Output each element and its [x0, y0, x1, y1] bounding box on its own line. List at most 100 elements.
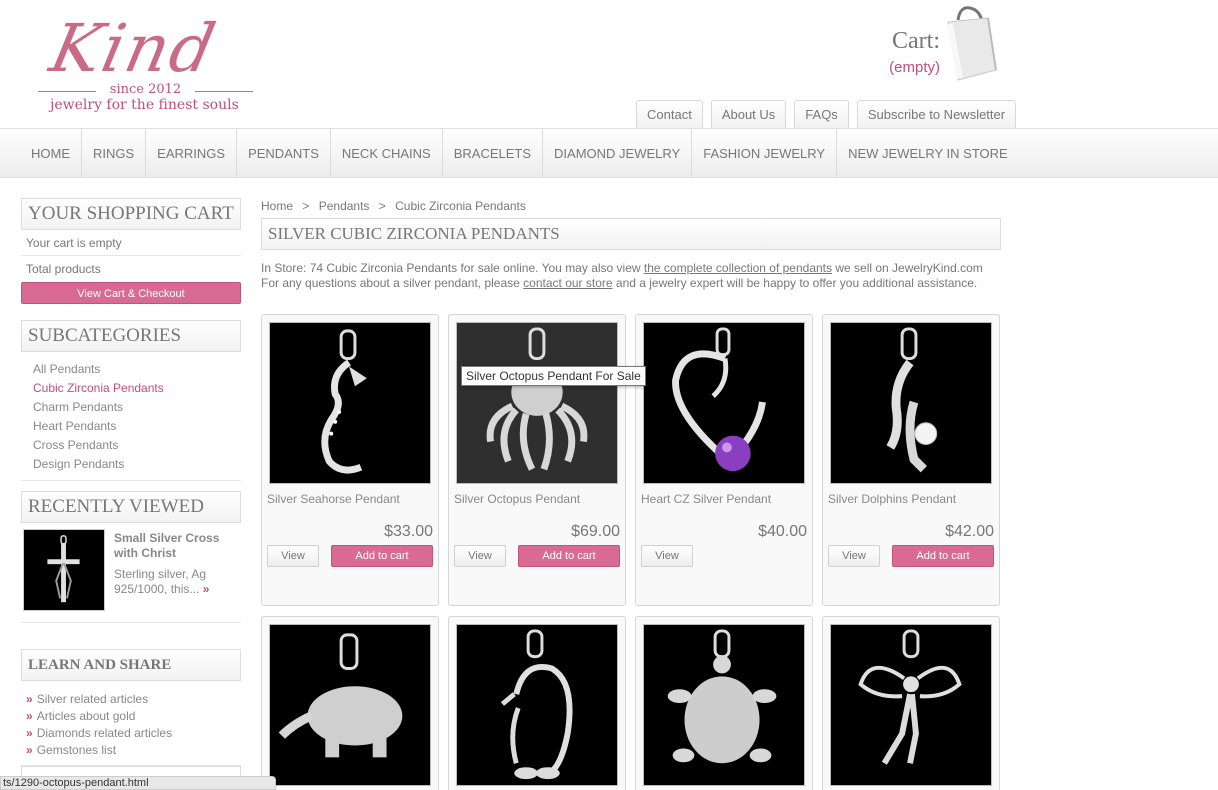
logo-tagline: jewelry for the finest souls	[50, 97, 239, 113]
sidebar: YOUR SHOPPING CART Your cart is empty To…	[21, 198, 241, 776]
product-card: Silver Octopus Pendant $69.00 View Add t…	[448, 314, 626, 606]
breadcrumb-separator: >	[302, 199, 310, 213]
logo-since: since 2012	[38, 82, 253, 97]
subcategory-cubic-zirconia[interactable]: Cubic Zirconia Pendants	[33, 379, 241, 398]
product-name[interactable]: Heart CZ Silver Pendant	[641, 492, 771, 506]
recently-viewed-desc: Sterling silver, Ag 925/1000, this... »	[114, 567, 239, 597]
category-intro: In Store: 74 Cubic Zirconia Pendants for…	[261, 261, 1006, 291]
recently-viewed-desc-text: Sterling silver, Ag 925/1000, this...	[114, 567, 207, 596]
next-box-edge	[21, 766, 241, 776]
breadcrumb-home[interactable]: Home	[261, 199, 293, 213]
add-to-cart-button[interactable]: Add to cart	[331, 545, 433, 567]
recently-viewed-name[interactable]: Small Silver Cross with Christ	[114, 531, 234, 561]
logo-wordmark: Kind	[43, 10, 224, 87]
all-pendants-link[interactable]: the complete collection of pendants	[644, 261, 832, 275]
shopping-bag-icon[interactable]	[942, 4, 1000, 82]
turtle-pendant-image[interactable]	[643, 624, 805, 786]
learn-item-label: Gemstones list	[36, 743, 117, 757]
learn-title: LEARN AND SHARE	[21, 649, 241, 681]
top-link-about-us[interactable]: About Us	[710, 100, 787, 128]
nav-rings[interactable]: RINGS	[82, 129, 147, 177]
cart-empty-text: Your cart is empty	[21, 230, 241, 256]
header-cart-status[interactable]: (empty)	[860, 59, 940, 76]
breadcrumb-pendants[interactable]: Pendants	[319, 199, 370, 213]
double-chevron-right-icon[interactable]: »	[203, 582, 210, 596]
learn-item-label: Articles about gold	[36, 709, 136, 723]
tooltip: Silver Octopus Pendant For Sale	[461, 366, 646, 386]
product-name[interactable]: Silver Octopus Pendant	[454, 492, 580, 506]
penguin-pendant-image[interactable]	[456, 624, 618, 786]
octopus-pendant-image[interactable]	[456, 322, 618, 484]
view-button[interactable]: View	[454, 545, 506, 567]
nav-bracelets[interactable]: BRACELETS	[443, 129, 544, 177]
product-price: $69.00	[571, 523, 620, 540]
heart-pendant-image[interactable]	[643, 322, 805, 484]
product-card	[635, 616, 813, 790]
learn-item[interactable]: » Diamonds related articles	[26, 725, 241, 742]
site-logo[interactable]: Kind since 2012 jewelry for the finest s…	[38, 10, 263, 124]
header-cart[interactable]: Cart: (empty)	[860, 28, 940, 76]
nav-new-jewelry[interactable]: NEW JEWELRY IN STORE	[837, 129, 1019, 177]
subcategory-cross[interactable]: Cross Pendants	[33, 436, 241, 455]
page-title: SILVER CUBIC ZIRCONIA PENDANTS	[261, 218, 1001, 250]
seahorse-pendant-image[interactable]	[269, 322, 431, 484]
intro-text: and a jewelry expert will be happy to of…	[612, 276, 978, 290]
view-button[interactable]: View	[641, 545, 693, 567]
top-links: Contact About Us FAQs Subscribe to Newsl…	[636, 100, 1017, 128]
elephant-pendant-image[interactable]	[269, 624, 431, 786]
subcategory-heart[interactable]: Heart Pendants	[33, 417, 241, 436]
cart-box-title: YOUR SHOPPING CART	[21, 198, 241, 230]
learn-item-label: Silver related articles	[36, 692, 149, 706]
contact-store-link[interactable]: contact our store	[523, 276, 612, 290]
view-button[interactable]: View	[828, 545, 880, 567]
product-card: Silver Dolphins Pendant $42.00 View Add …	[822, 314, 1000, 606]
cross-pendant-thumbnail[interactable]	[23, 529, 105, 611]
learn-item[interactable]: » Silver related articles	[26, 691, 241, 708]
chevron-right-icon: »	[26, 743, 33, 757]
nav-pendants[interactable]: PENDANTS	[237, 129, 331, 177]
breadcrumb: Home > Pendants > Cubic Zirconia Pendant…	[261, 199, 526, 213]
learn-item[interactable]: » Articles about gold	[26, 708, 241, 725]
nav-home[interactable]: HOME	[20, 129, 82, 177]
subcategory-charm[interactable]: Charm Pendants	[33, 398, 241, 417]
subcategory-all[interactable]: All Pendants	[33, 360, 241, 379]
subcategory-list: All Pendants Cubic Zirconia Pendants Cha…	[21, 352, 241, 481]
subcategories-title: SUBCATEGORIES	[21, 320, 241, 352]
product-card	[448, 616, 626, 790]
nav-fashion-jewelry[interactable]: FASHION JEWELRY	[692, 129, 838, 177]
breadcrumb-current: Cubic Zirconia Pendants	[395, 199, 526, 213]
top-link-contact[interactable]: Contact	[636, 100, 703, 128]
add-to-cart-button[interactable]: Add to cart	[892, 545, 994, 567]
recently-viewed-item[interactable]: Small Silver Cross with Christ Sterling …	[21, 523, 241, 623]
chevron-right-icon: »	[26, 709, 33, 723]
nav-neck-chains[interactable]: NECK CHAINS	[331, 129, 443, 177]
dolphins-pendant-image[interactable]	[830, 322, 992, 484]
product-name[interactable]: Silver Seahorse Pendant	[267, 492, 400, 506]
product-price: $33.00	[384, 523, 433, 540]
intro-text: In Store: 74 Cubic Zirconia Pendants for…	[261, 261, 644, 275]
cart-total-label: Total products	[26, 262, 101, 276]
nav-diamond-jewelry[interactable]: DIAMOND JEWELRY	[543, 129, 693, 177]
view-button[interactable]: View	[267, 545, 319, 567]
product-card	[822, 616, 1000, 790]
add-to-cart-button[interactable]: Add to cart	[518, 545, 620, 567]
top-link-newsletter[interactable]: Subscribe to Newsletter	[856, 100, 1017, 128]
intro-text: For any questions about a silver pendant…	[261, 276, 524, 290]
learn-item[interactable]: » Gemstones list	[26, 742, 241, 759]
intro-text: we sell on JewelryKind.com	[832, 261, 983, 275]
product-card	[261, 616, 439, 790]
product-name[interactable]: Silver Dolphins Pendant	[828, 492, 956, 506]
subcategory-design[interactable]: Design Pendants	[33, 455, 241, 474]
chevron-right-icon: »	[26, 726, 33, 740]
recently-viewed-title: RECENTLY VIEWED	[21, 491, 241, 523]
product-card: Silver Seahorse Pendant $33.00 View Add …	[261, 314, 439, 606]
top-link-faqs[interactable]: FAQs	[794, 100, 849, 128]
angel-pendant-image[interactable]	[830, 624, 992, 786]
breadcrumb-separator: >	[378, 199, 386, 213]
nav-earrings[interactable]: EARRINGS	[146, 129, 238, 177]
view-cart-checkout-button[interactable]: View Cart & Checkout	[21, 282, 241, 304]
browser-status-url: ts/1290-octopus-pendant.html	[0, 776, 276, 790]
product-price: $42.00	[945, 523, 994, 540]
learn-list: » Silver related articles » Articles about…	[21, 681, 241, 766]
header-cart-label: Cart:	[892, 28, 940, 54]
